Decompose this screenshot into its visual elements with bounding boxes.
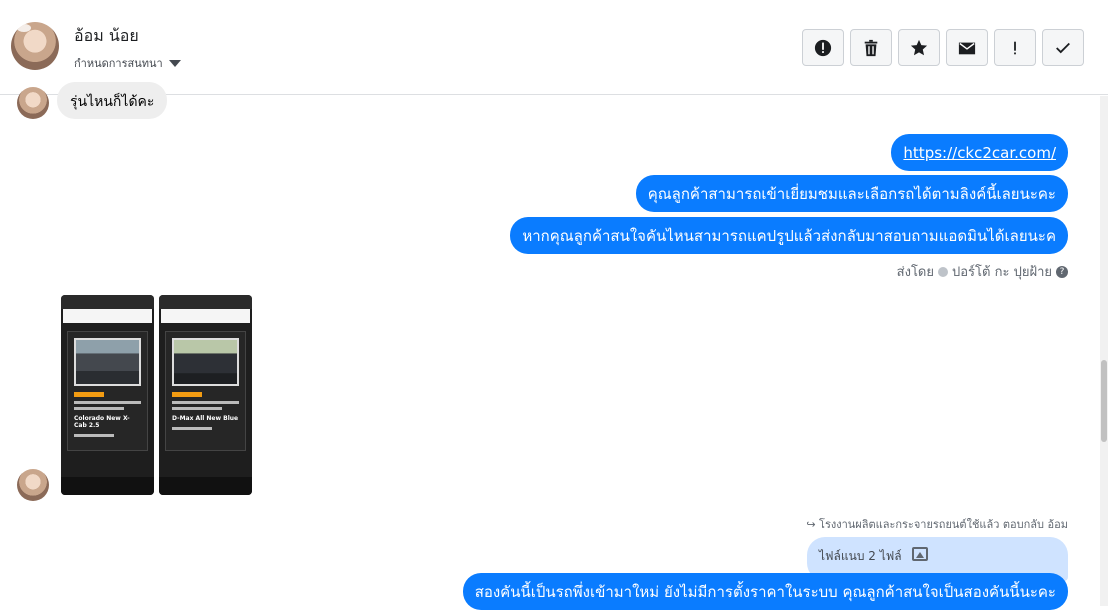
conversation-settings-label: กำหนดการสนทนา	[74, 57, 163, 70]
reply-meta: ↪ โรงงานผลิตและกระจายรถยนต์ใช้แล้ว ตอบกล…	[806, 518, 1068, 531]
sent-by-label: ส่งโดย	[896, 265, 934, 280]
help-icon[interactable]: ?	[1056, 265, 1068, 278]
contact-name[interactable]: อ้อม น้อย	[74, 24, 139, 49]
action-toolbar	[802, 29, 1084, 66]
chevron-down-icon	[168, 59, 181, 67]
incoming-message: รุ่นไหนก็ได้คะ	[57, 82, 168, 119]
avatar[interactable]	[17, 469, 49, 501]
listing-title: D-Max All New Blue	[172, 415, 239, 422]
avatar[interactable]	[17, 87, 49, 119]
verified-icon	[938, 266, 948, 277]
listing-title: Colorado New X-Cab 2.5	[74, 415, 130, 429]
sent-by-info: ส่งโดย ปอร์โต้ กะ ปุยฝ้าย ?	[897, 261, 1068, 282]
conversation-settings-dropdown[interactable]: กำหนดการสนทนา	[74, 54, 181, 72]
alert-icon	[814, 39, 832, 56]
delete-button[interactable]	[850, 29, 892, 66]
follow-up-button[interactable]	[994, 29, 1036, 66]
outgoing-message: https://ckc2car.com/	[891, 134, 1068, 171]
spam-button[interactable]	[802, 29, 844, 66]
scrollbar[interactable]	[1100, 96, 1108, 606]
check-icon	[1056, 42, 1070, 53]
outgoing-message: หากคุณลูกค้าสนใจคันไหนสามารถแคปรูปแล้วส่…	[510, 217, 1068, 254]
done-button[interactable]	[1042, 29, 1084, 66]
link[interactable]: https://ckc2car.com/	[903, 144, 1056, 162]
envelope-icon	[958, 42, 976, 54]
sender-name[interactable]: ปอร์โต้ กะ ปุยฝ้าย	[952, 261, 1052, 282]
star-button[interactable]	[898, 29, 940, 66]
avatar[interactable]	[11, 22, 59, 70]
attachment-label: ไฟล์แนบ 2 ไฟล์	[819, 549, 902, 563]
car-image	[172, 338, 239, 386]
exclamation-icon	[1014, 41, 1016, 54]
image-attachment[interactable]: D-Max All New Blue	[159, 295, 252, 495]
listing-card: D-Max All New Blue	[165, 331, 246, 451]
conversation-header: อ้อม น้อย กำหนดการสนทนา	[0, 0, 1108, 95]
trash-icon	[864, 39, 878, 56]
scrollbar-thumb[interactable]	[1101, 360, 1107, 442]
listing-card: Colorado New X-Cab 2.5	[67, 331, 148, 451]
outgoing-message: คุณลูกค้าสามารถเข้าเยี่ยมชมและเลือกรถได้…	[635, 175, 1068, 212]
image-icon	[911, 547, 928, 561]
star-icon	[910, 39, 928, 55]
outgoing-message: สองคันนี้เป็นรถพึ่งเข้ามาใหม่ ยังไม่มีกา…	[462, 573, 1068, 610]
image-attachment[interactable]: Colorado New X-Cab 2.5	[61, 295, 154, 495]
mark-unread-button[interactable]	[946, 29, 988, 66]
car-image	[74, 338, 141, 386]
